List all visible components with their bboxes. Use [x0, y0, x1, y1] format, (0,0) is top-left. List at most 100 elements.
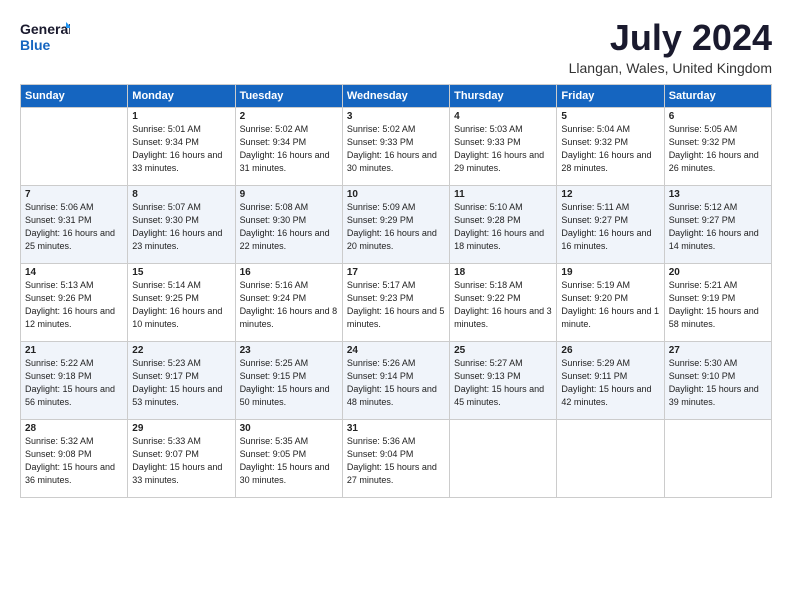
day-info: Sunrise: 5:04 AMSunset: 9:32 PMDaylight:…: [561, 123, 659, 175]
day-cell: 30Sunrise: 5:35 AMSunset: 9:05 PMDayligh…: [235, 419, 342, 497]
day-number: 23: [240, 345, 338, 356]
day-number: 2: [240, 111, 338, 122]
calendar-table: Sunday Monday Tuesday Wednesday Thursday…: [20, 84, 772, 498]
week-row-4: 21Sunrise: 5:22 AMSunset: 9:18 PMDayligh…: [21, 341, 772, 419]
day-cell: 28Sunrise: 5:32 AMSunset: 9:08 PMDayligh…: [21, 419, 128, 497]
day-info: Sunrise: 5:23 AMSunset: 9:17 PMDaylight:…: [132, 357, 230, 409]
day-number: 22: [132, 345, 230, 356]
day-number: 7: [25, 189, 123, 200]
day-cell: 9Sunrise: 5:08 AMSunset: 9:30 PMDaylight…: [235, 185, 342, 263]
day-cell: 1Sunrise: 5:01 AMSunset: 9:34 PMDaylight…: [128, 107, 235, 185]
svg-text:General: General: [20, 21, 70, 37]
day-number: 6: [669, 111, 767, 122]
day-cell: 17Sunrise: 5:17 AMSunset: 9:23 PMDayligh…: [342, 263, 449, 341]
day-number: 9: [240, 189, 338, 200]
day-number: 25: [454, 345, 552, 356]
day-info: Sunrise: 5:10 AMSunset: 9:28 PMDaylight:…: [454, 201, 552, 253]
day-info: Sunrise: 5:30 AMSunset: 9:10 PMDaylight:…: [669, 357, 767, 409]
day-cell: 11Sunrise: 5:10 AMSunset: 9:28 PMDayligh…: [450, 185, 557, 263]
day-cell: [450, 419, 557, 497]
day-number: 4: [454, 111, 552, 122]
logo: General Blue: [20, 18, 70, 56]
day-number: 24: [347, 345, 445, 356]
day-cell: 20Sunrise: 5:21 AMSunset: 9:19 PMDayligh…: [664, 263, 771, 341]
day-info: Sunrise: 5:14 AMSunset: 9:25 PMDaylight:…: [132, 279, 230, 331]
day-cell: [21, 107, 128, 185]
day-info: Sunrise: 5:25 AMSunset: 9:15 PMDaylight:…: [240, 357, 338, 409]
day-number: 14: [25, 267, 123, 278]
day-info: Sunrise: 5:02 AMSunset: 9:33 PMDaylight:…: [347, 123, 445, 175]
day-number: 8: [132, 189, 230, 200]
day-info: Sunrise: 5:16 AMSunset: 9:24 PMDaylight:…: [240, 279, 338, 331]
day-number: 20: [669, 267, 767, 278]
day-info: Sunrise: 5:01 AMSunset: 9:34 PMDaylight:…: [132, 123, 230, 175]
subtitle: Llangan, Wales, United Kingdom: [569, 60, 772, 76]
day-cell: 5Sunrise: 5:04 AMSunset: 9:32 PMDaylight…: [557, 107, 664, 185]
day-cell: 23Sunrise: 5:25 AMSunset: 9:15 PMDayligh…: [235, 341, 342, 419]
week-row-5: 28Sunrise: 5:32 AMSunset: 9:08 PMDayligh…: [21, 419, 772, 497]
day-cell: 21Sunrise: 5:22 AMSunset: 9:18 PMDayligh…: [21, 341, 128, 419]
week-row-1: 1Sunrise: 5:01 AMSunset: 9:34 PMDaylight…: [21, 107, 772, 185]
day-info: Sunrise: 5:17 AMSunset: 9:23 PMDaylight:…: [347, 279, 445, 331]
week-row-2: 7Sunrise: 5:06 AMSunset: 9:31 PMDaylight…: [21, 185, 772, 263]
day-cell: 8Sunrise: 5:07 AMSunset: 9:30 PMDaylight…: [128, 185, 235, 263]
day-number: 31: [347, 423, 445, 434]
day-info: Sunrise: 5:11 AMSunset: 9:27 PMDaylight:…: [561, 201, 659, 253]
col-thursday: Thursday: [450, 84, 557, 107]
col-saturday: Saturday: [664, 84, 771, 107]
day-info: Sunrise: 5:05 AMSunset: 9:32 PMDaylight:…: [669, 123, 767, 175]
day-number: 29: [132, 423, 230, 434]
main-title: July 2024: [569, 18, 772, 58]
day-cell: 24Sunrise: 5:26 AMSunset: 9:14 PMDayligh…: [342, 341, 449, 419]
page: General Blue July 2024 Llangan, Wales, U…: [0, 0, 792, 612]
header-row: Sunday Monday Tuesday Wednesday Thursday…: [21, 84, 772, 107]
title-block: July 2024 Llangan, Wales, United Kingdom: [569, 18, 772, 76]
day-cell: 22Sunrise: 5:23 AMSunset: 9:17 PMDayligh…: [128, 341, 235, 419]
day-number: 3: [347, 111, 445, 122]
day-cell: 6Sunrise: 5:05 AMSunset: 9:32 PMDaylight…: [664, 107, 771, 185]
day-info: Sunrise: 5:22 AMSunset: 9:18 PMDaylight:…: [25, 357, 123, 409]
day-cell: 26Sunrise: 5:29 AMSunset: 9:11 PMDayligh…: [557, 341, 664, 419]
day-info: Sunrise: 5:06 AMSunset: 9:31 PMDaylight:…: [25, 201, 123, 253]
day-cell: 29Sunrise: 5:33 AMSunset: 9:07 PMDayligh…: [128, 419, 235, 497]
col-wednesday: Wednesday: [342, 84, 449, 107]
day-info: Sunrise: 5:26 AMSunset: 9:14 PMDaylight:…: [347, 357, 445, 409]
col-friday: Friday: [557, 84, 664, 107]
day-number: 1: [132, 111, 230, 122]
day-cell: 18Sunrise: 5:18 AMSunset: 9:22 PMDayligh…: [450, 263, 557, 341]
day-number: 12: [561, 189, 659, 200]
day-cell: 7Sunrise: 5:06 AMSunset: 9:31 PMDaylight…: [21, 185, 128, 263]
day-cell: 3Sunrise: 5:02 AMSunset: 9:33 PMDaylight…: [342, 107, 449, 185]
day-number: 19: [561, 267, 659, 278]
day-info: Sunrise: 5:36 AMSunset: 9:04 PMDaylight:…: [347, 435, 445, 487]
day-number: 15: [132, 267, 230, 278]
day-cell: 2Sunrise: 5:02 AMSunset: 9:34 PMDaylight…: [235, 107, 342, 185]
day-number: 5: [561, 111, 659, 122]
day-number: 28: [25, 423, 123, 434]
day-number: 27: [669, 345, 767, 356]
day-cell: [557, 419, 664, 497]
day-info: Sunrise: 5:09 AMSunset: 9:29 PMDaylight:…: [347, 201, 445, 253]
day-cell: 13Sunrise: 5:12 AMSunset: 9:27 PMDayligh…: [664, 185, 771, 263]
day-number: 10: [347, 189, 445, 200]
day-cell: 16Sunrise: 5:16 AMSunset: 9:24 PMDayligh…: [235, 263, 342, 341]
day-info: Sunrise: 5:33 AMSunset: 9:07 PMDaylight:…: [132, 435, 230, 487]
day-info: Sunrise: 5:21 AMSunset: 9:19 PMDaylight:…: [669, 279, 767, 331]
day-number: 13: [669, 189, 767, 200]
day-cell: 15Sunrise: 5:14 AMSunset: 9:25 PMDayligh…: [128, 263, 235, 341]
day-cell: 19Sunrise: 5:19 AMSunset: 9:20 PMDayligh…: [557, 263, 664, 341]
day-info: Sunrise: 5:02 AMSunset: 9:34 PMDaylight:…: [240, 123, 338, 175]
week-row-3: 14Sunrise: 5:13 AMSunset: 9:26 PMDayligh…: [21, 263, 772, 341]
day-cell: 27Sunrise: 5:30 AMSunset: 9:10 PMDayligh…: [664, 341, 771, 419]
day-number: 26: [561, 345, 659, 356]
logo-svg: General Blue: [20, 18, 70, 56]
day-info: Sunrise: 5:13 AMSunset: 9:26 PMDaylight:…: [25, 279, 123, 331]
day-number: 18: [454, 267, 552, 278]
day-info: Sunrise: 5:03 AMSunset: 9:33 PMDaylight:…: [454, 123, 552, 175]
day-info: Sunrise: 5:32 AMSunset: 9:08 PMDaylight:…: [25, 435, 123, 487]
day-number: 30: [240, 423, 338, 434]
day-number: 11: [454, 189, 552, 200]
day-cell: 25Sunrise: 5:27 AMSunset: 9:13 PMDayligh…: [450, 341, 557, 419]
day-info: Sunrise: 5:27 AMSunset: 9:13 PMDaylight:…: [454, 357, 552, 409]
day-cell: 14Sunrise: 5:13 AMSunset: 9:26 PMDayligh…: [21, 263, 128, 341]
